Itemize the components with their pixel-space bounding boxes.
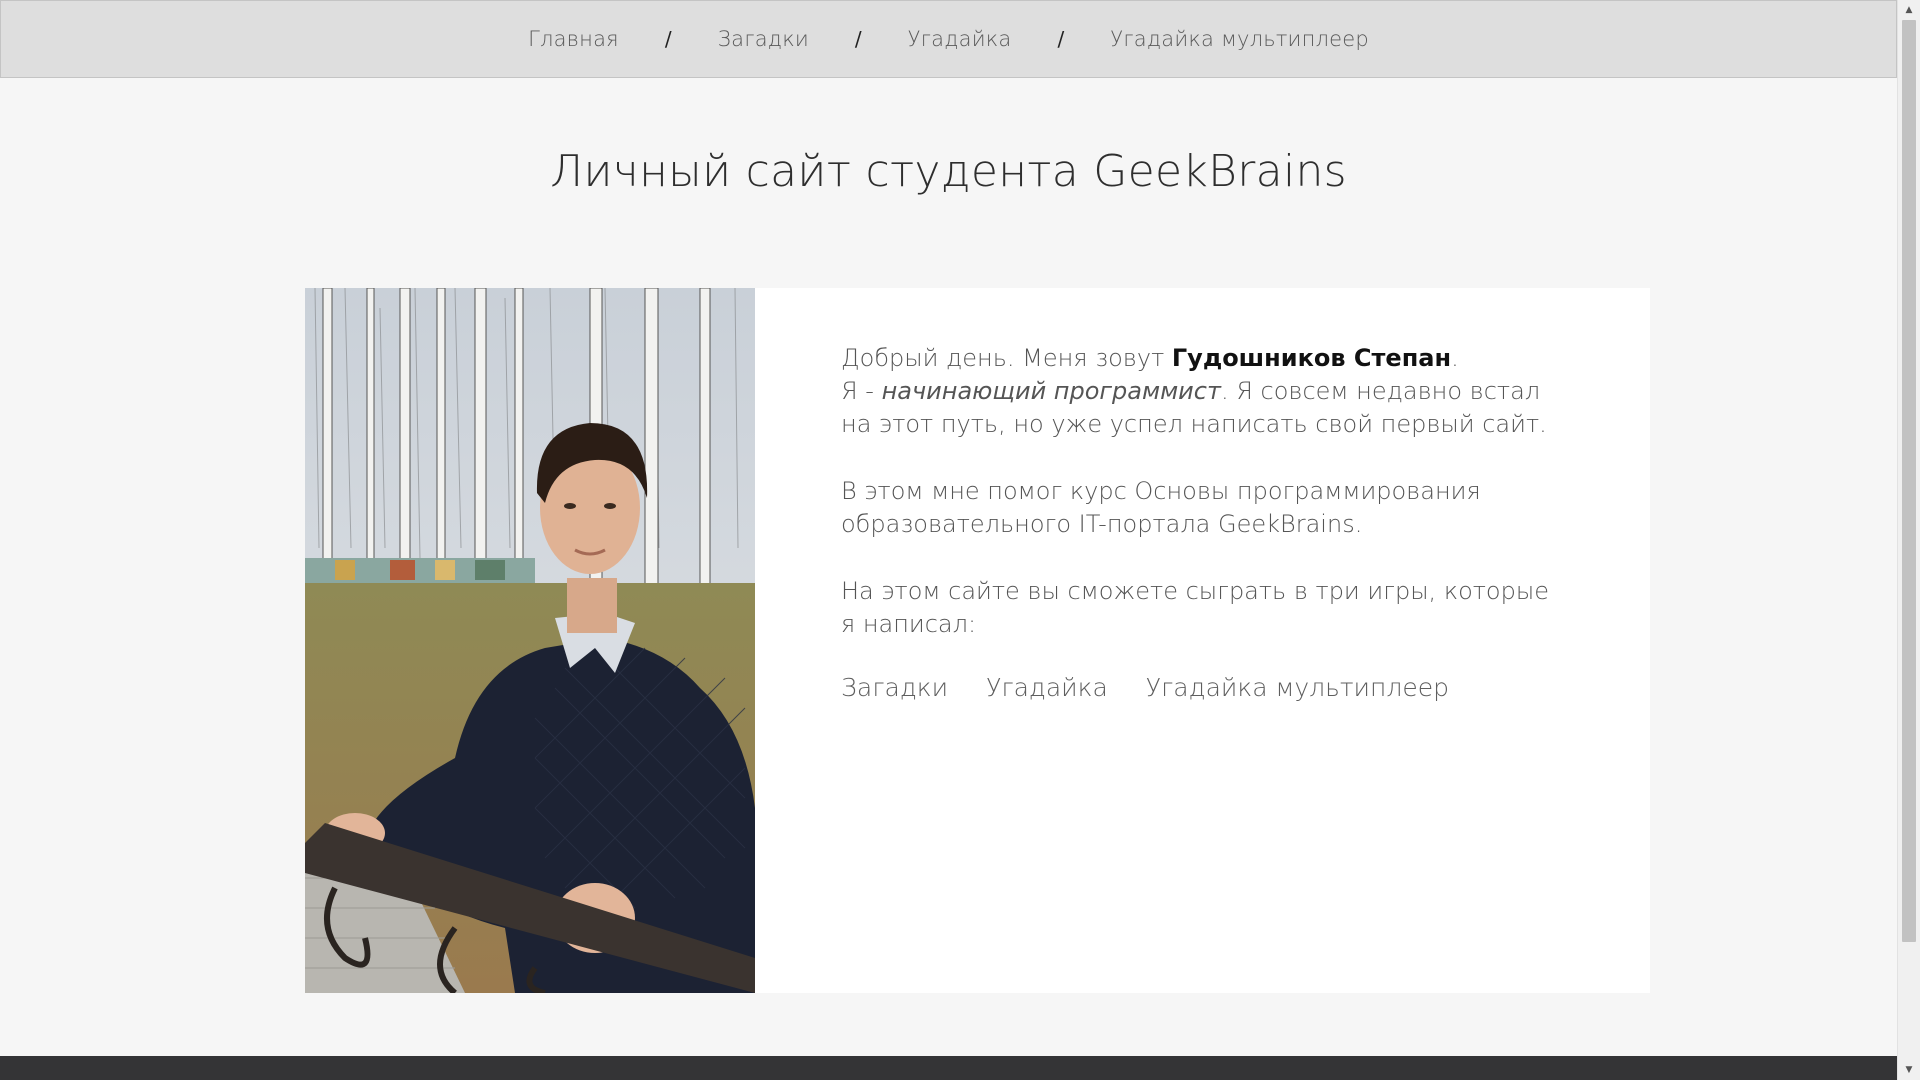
nav-link-home[interactable]: Главная (528, 27, 619, 51)
page-title: Личный сайт студента GeekBrains (550, 146, 1347, 197)
nav-separator: / (664, 27, 672, 51)
nav-link-riddles[interactable]: Загадки (718, 27, 809, 51)
top-navigation: Главная / Загадки / Угадайка / Угадайка … (0, 0, 1897, 78)
person-photo-icon (305, 288, 755, 993)
games-intro-paragraph: На этом сайте вы сможете сыграть в три и… (841, 577, 1549, 638)
game-link-riddles[interactable]: Загадки (841, 673, 948, 702)
game-link-guess-multiplayer[interactable]: Угадайка мультиплеер (1146, 673, 1449, 702)
scroll-up-arrow-icon[interactable]: ▲ (1898, 0, 1920, 20)
scroll-thumb[interactable] (1902, 20, 1916, 942)
profile-photo (305, 288, 755, 993)
vertical-scrollbar[interactable]: ▲ ▼ (1897, 0, 1920, 1080)
line2-start: Я - (841, 377, 882, 405)
intro-paragraph: Добрый день. Меня зовут Гудошников Степа… (841, 342, 1551, 441)
nav-link-guess-multiplayer[interactable]: Угадайка мультиплеер (1110, 27, 1369, 51)
nav-separator: / (1057, 27, 1065, 51)
author-name: Гудошников Степан (1171, 344, 1452, 372)
course-paragraph: В этом мне помог курс Основы программиро… (841, 477, 1481, 538)
profile-card: Добрый день. Меня зовут Гудошников Степа… (305, 288, 1650, 993)
page-footer (0, 1056, 1897, 1080)
game-link-guess[interactable]: Угадайка (986, 673, 1108, 702)
profile-text: Добрый день. Меня зовут Гудошников Степа… (755, 288, 1551, 993)
scroll-down-arrow-icon[interactable]: ▼ (1898, 1060, 1920, 1080)
role-emphasis: начинающий программист (881, 377, 1221, 405)
nav-link-guess[interactable]: Угадайка (908, 27, 1012, 51)
games-links: Загадки Угадайка Угадайка мультиплеер (841, 673, 1551, 702)
nav-separator: / (854, 27, 862, 51)
greeting-text: Добрый день. Меня зовут (841, 344, 1172, 372)
period-text: . (1451, 344, 1459, 372)
